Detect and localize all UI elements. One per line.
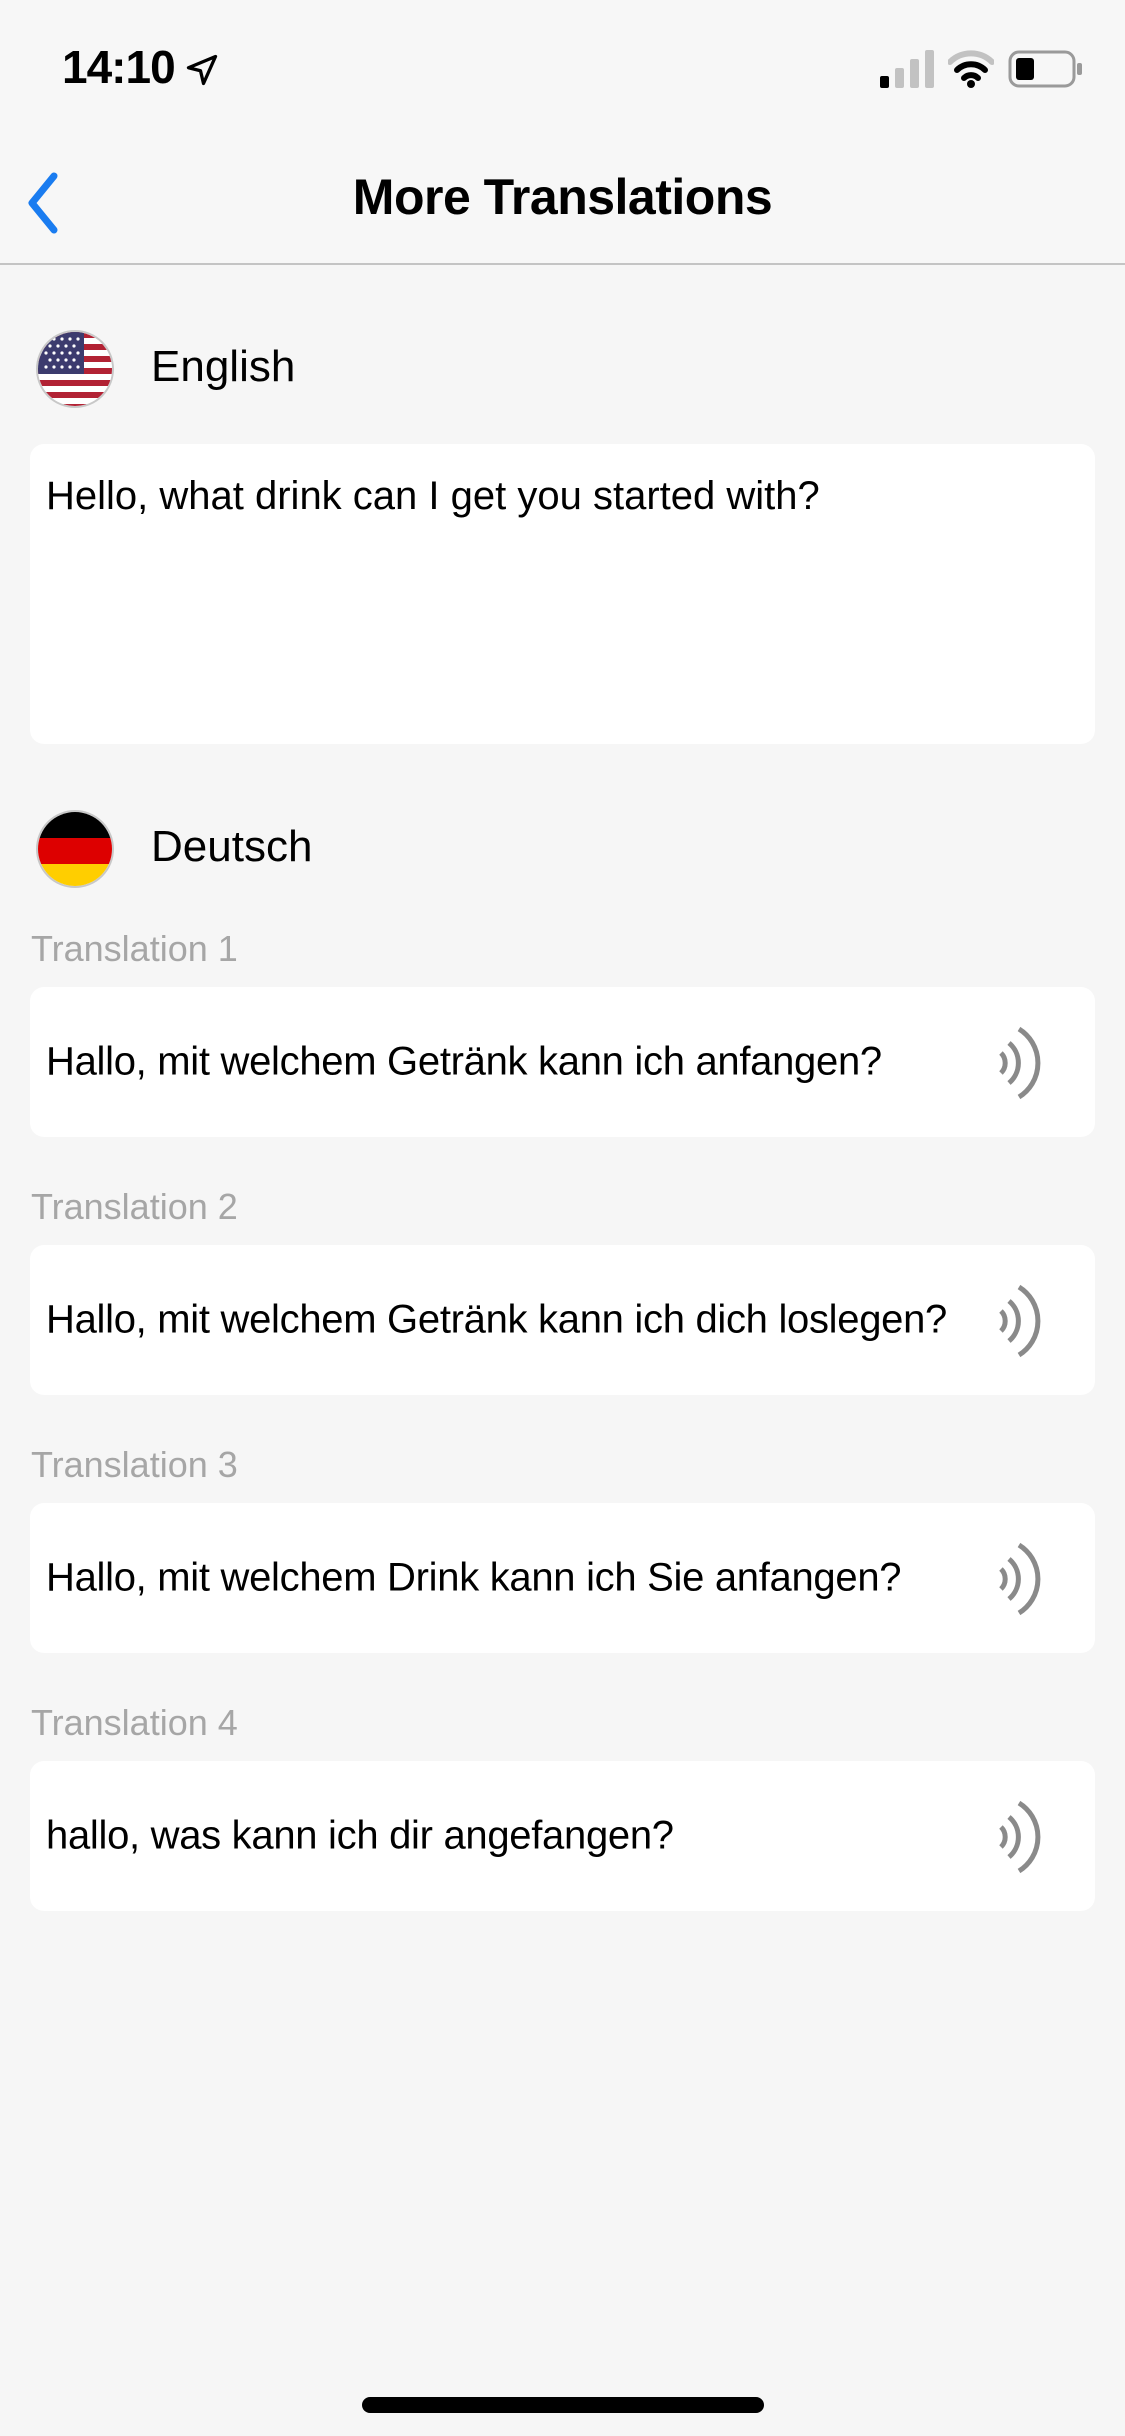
- translation-text: Hallo, mit welchem Drink kann ich Sie an…: [46, 1555, 902, 1600]
- translation-label: Translation 1: [31, 928, 238, 969]
- speaker-icon[interactable]: [995, 1797, 1045, 1877]
- source-language-row: English: [36, 330, 736, 410]
- status-time: 14:10: [62, 41, 176, 93]
- source-text-box[interactable]: Hello, what drink can I get you started …: [30, 444, 1095, 744]
- translation-label: Translation 2: [31, 1186, 238, 1227]
- translation-card[interactable]: hallo, was kann ich dir angefangen?: [30, 1761, 1095, 1911]
- translation-card[interactable]: Hallo, mit welchem Getränk kann ich anfa…: [30, 987, 1095, 1137]
- translation-label: Translation 3: [31, 1444, 238, 1485]
- source-text: Hello, what drink can I get you started …: [46, 474, 820, 518]
- target-language-name: Deutsch: [151, 822, 313, 871]
- navigation-bar: More Translations: [0, 140, 1125, 265]
- target-language-row: Deutsch: [36, 810, 736, 890]
- translation-text: Hallo, mit welchem Getränk kann ich dich…: [46, 1297, 947, 1342]
- translation-text: hallo, was kann ich dir angefangen?: [46, 1813, 674, 1858]
- status-bar: 14:10: [0, 0, 1125, 140]
- german-flag-icon: [36, 810, 114, 888]
- wifi-icon: [948, 50, 994, 88]
- speaker-icon[interactable]: [995, 1539, 1045, 1619]
- location-arrow-icon: [186, 54, 218, 86]
- translation-card[interactable]: Hallo, mit welchem Getränk kann ich dich…: [30, 1245, 1095, 1395]
- translation-text: Hallo, mit welchem Getränk kann ich anfa…: [46, 1039, 882, 1084]
- cellular-signal-icon: [880, 50, 934, 88]
- translation-label: Translation 4: [31, 1702, 238, 1743]
- page-title: More Translations: [352, 169, 773, 225]
- speaker-icon[interactable]: [995, 1281, 1045, 1361]
- home-indicator[interactable]: [362, 2397, 764, 2413]
- battery-icon: [1008, 50, 1082, 88]
- translation-card[interactable]: Hallo, mit welchem Drink kann ich Sie an…: [30, 1503, 1095, 1653]
- source-language-name: English: [151, 342, 296, 391]
- us-flag-icon: [36, 330, 114, 408]
- speaker-icon[interactable]: [995, 1023, 1045, 1103]
